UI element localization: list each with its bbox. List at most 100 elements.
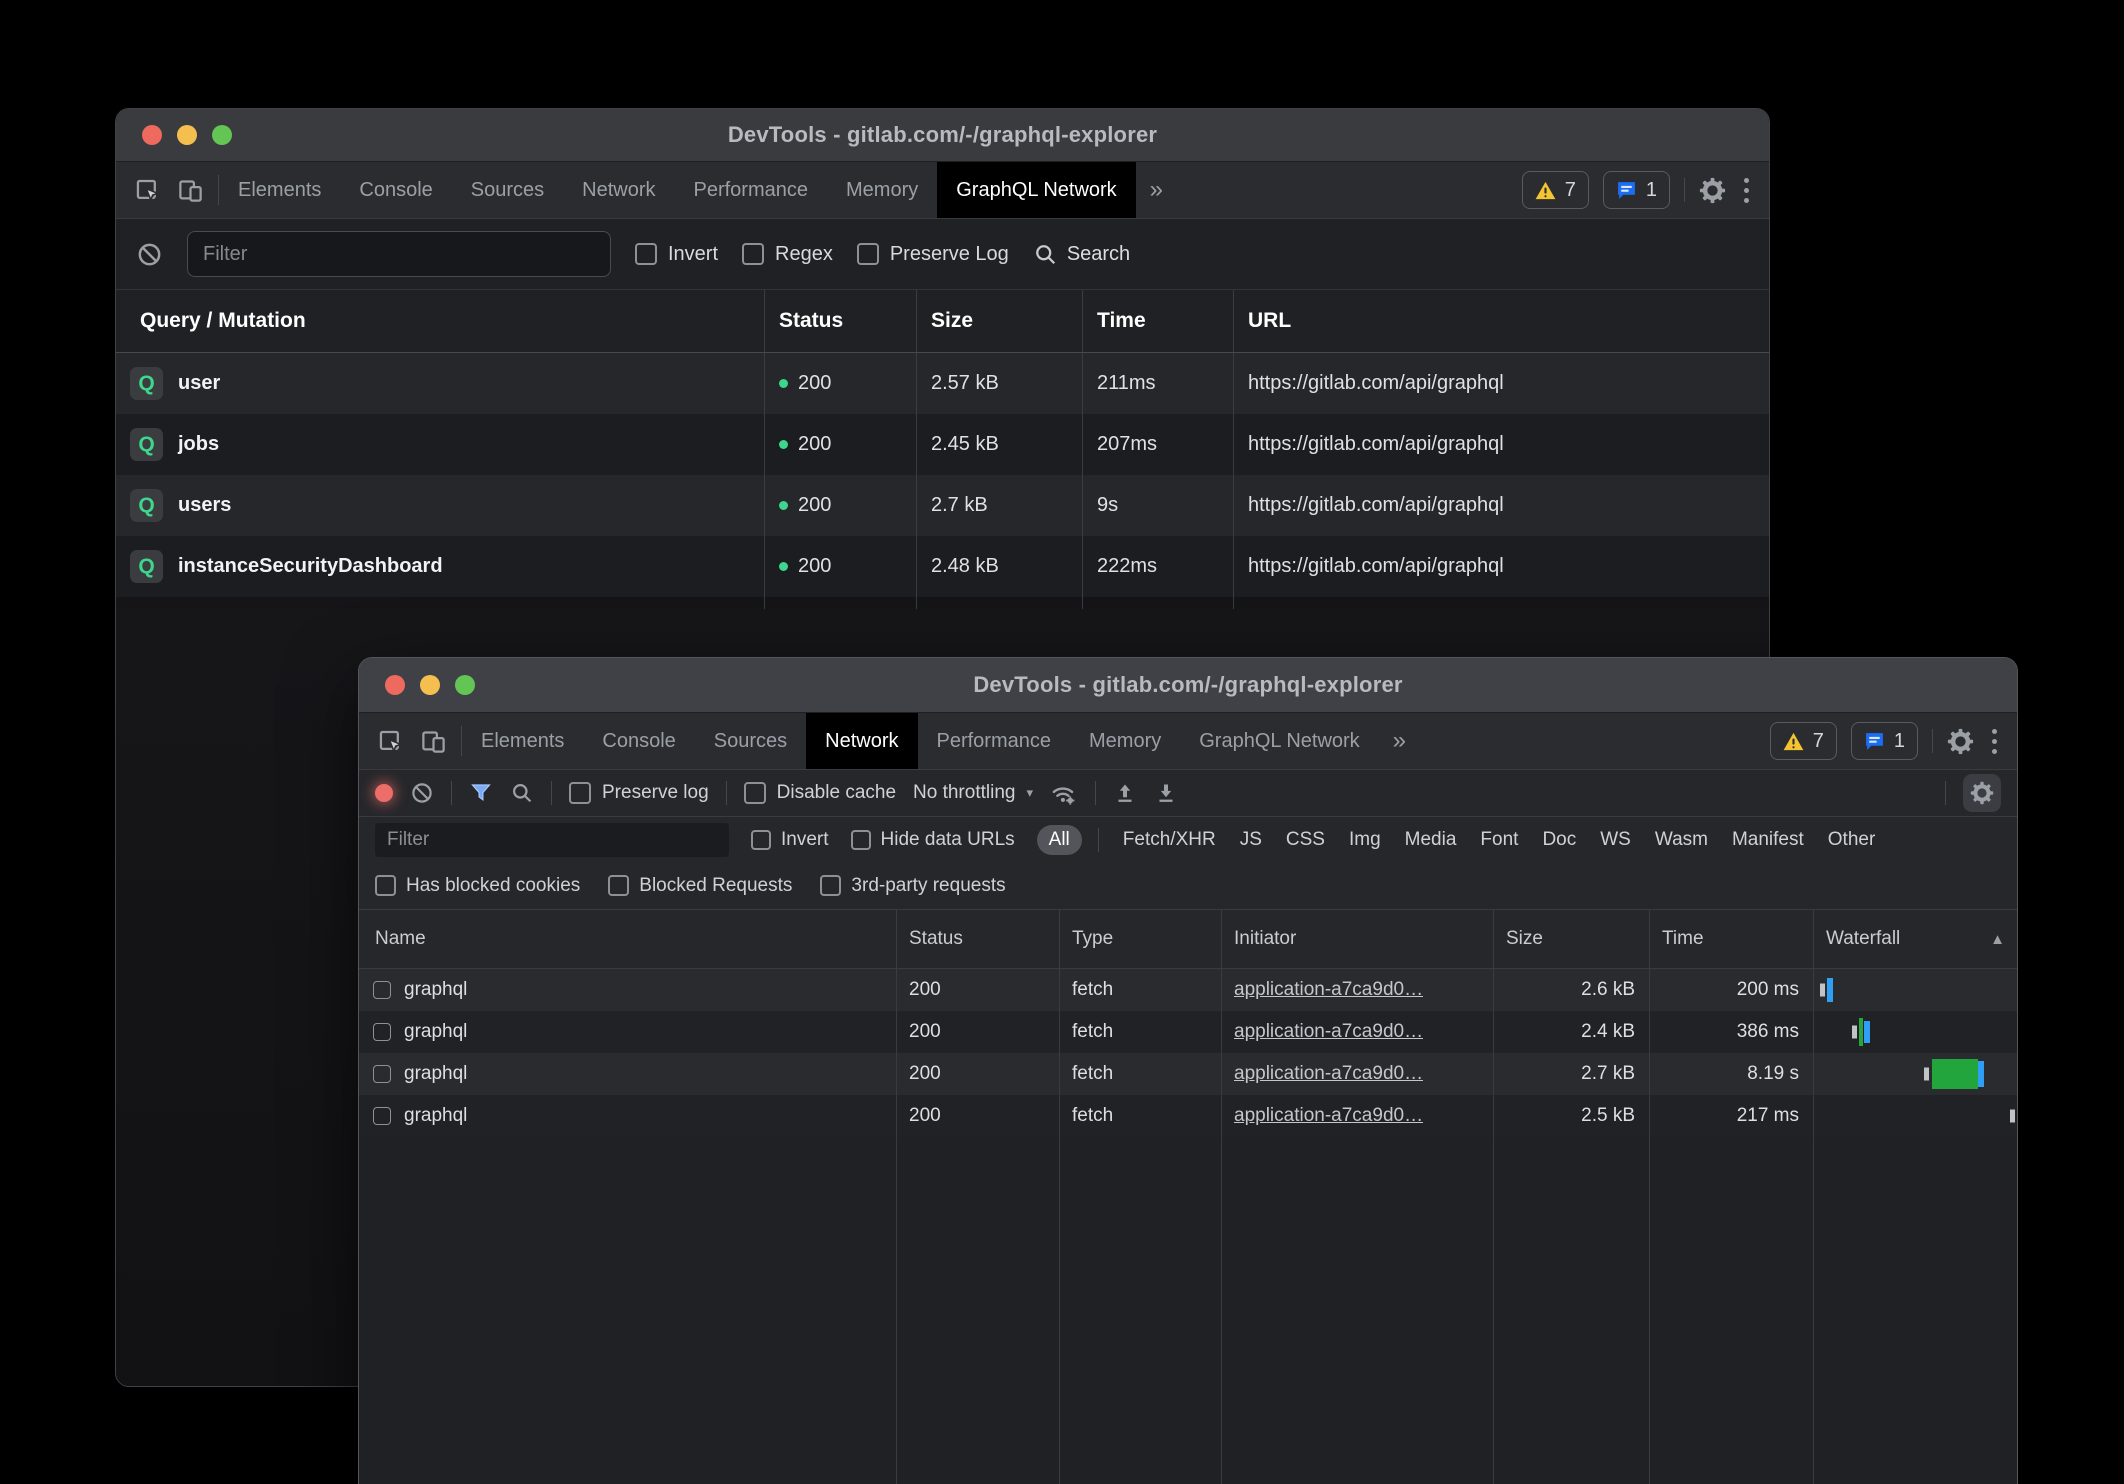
settings-gear-icon[interactable] [1699,177,1726,204]
chip-css[interactable]: CSS [1286,829,1325,851]
close-button[interactable] [385,675,405,695]
tab-network[interactable]: Network [563,162,674,218]
chip-doc[interactable]: Doc [1542,829,1576,851]
titlebar[interactable]: DevTools - gitlab.com/-/graphql-explorer [116,109,1769,162]
filter-input[interactable] [187,231,611,277]
kebab-menu-icon[interactable] [1988,729,2001,754]
row-checkbox[interactable] [373,981,391,999]
tab-elements[interactable]: Elements [219,162,340,218]
col-initiator[interactable]: Initiator [1221,910,1493,968]
request-row[interactable]: graphql 200 fetch application-a7ca9d0… 2… [359,1095,2017,1137]
disable-cache-checkbox[interactable] [744,782,766,804]
kebab-menu-icon[interactable] [1740,178,1753,203]
col-status[interactable]: Status [764,290,916,352]
issues-badge[interactable]: 1 [1851,722,1918,760]
third-party-requests-checkbox[interactable] [820,875,841,896]
chip-font[interactable]: Font [1480,829,1518,851]
chip-other[interactable]: Other [1828,829,1876,851]
issues-badge[interactable]: 1 [1603,171,1670,209]
initiator-link[interactable]: application-a7ca9d0… [1234,979,1423,1001]
device-toolbar-icon[interactable] [177,177,204,204]
tab-memory[interactable]: Memory [827,162,937,218]
chip-manifest[interactable]: Manifest [1732,829,1804,851]
initiator-link[interactable]: application-a7ca9d0… [1234,1021,1423,1043]
col-url[interactable]: URL [1233,290,1769,352]
more-tabs-icon[interactable]: » [1379,713,1420,769]
chip-ws[interactable]: WS [1600,829,1631,851]
chip-fetch-xhr[interactable]: Fetch/XHR [1123,829,1216,851]
regex-checkbox[interactable] [742,243,764,265]
tab-performance[interactable]: Performance [675,162,828,218]
tab-sources[interactable]: Sources [695,713,806,769]
network-conditions-icon[interactable] [1050,780,1078,806]
invert-toggle[interactable]: Invert [751,829,829,851]
tab-graphql-network[interactable]: GraphQL Network [1180,713,1378,769]
col-size[interactable]: Size [916,290,1082,352]
hide-data-urls-checkbox[interactable] [851,830,871,850]
hide-data-urls-toggle[interactable]: Hide data URLs [851,829,1015,851]
regex-toggle[interactable]: Regex [742,243,833,266]
inspect-element-icon[interactable] [377,728,404,755]
has-blocked-cookies-checkbox[interactable] [375,875,396,896]
zoom-button[interactable] [212,125,232,145]
device-toolbar-icon[interactable] [420,728,447,755]
inspect-element-icon[interactable] [134,177,161,204]
export-har-icon[interactable] [1154,781,1178,805]
col-query-mutation[interactable]: Query / Mutation [116,290,764,352]
row-checkbox[interactable] [373,1023,391,1041]
filter-input[interactable] [375,823,729,857]
table-row[interactable]: Quser 200 2.57 kB 211ms https://gitlab.c… [116,353,1769,414]
blocked-requests-checkbox[interactable] [608,875,629,896]
third-party-requests-toggle[interactable]: 3rd-party requests [820,875,1005,897]
request-row[interactable]: graphql 200 fetch application-a7ca9d0… 2… [359,969,2017,1011]
throttling-dropdown[interactable]: No throttling ▾ [913,782,1033,804]
col-status[interactable]: Status [896,910,1059,968]
warnings-badge[interactable]: 7 [1522,171,1589,209]
invert-toggle[interactable]: Invert [635,243,718,266]
row-checkbox[interactable] [373,1065,391,1083]
clear-icon[interactable] [410,781,434,805]
chip-img[interactable]: Img [1349,829,1381,851]
initiator-link[interactable]: application-a7ca9d0… [1234,1105,1423,1127]
preserve-log-checkbox[interactable] [569,782,591,804]
col-size[interactable]: Size [1493,910,1649,968]
record-button[interactable] [375,784,393,802]
warnings-badge[interactable]: 7 [1770,722,1837,760]
table-row[interactable]: Qusers 200 2.7 kB 9s https://gitlab.com/… [116,475,1769,536]
request-row[interactable]: graphql 200 fetch application-a7ca9d0… 2… [359,1053,2017,1095]
table-row[interactable]: QinstanceSecurityDashboard 200 2.48 kB 2… [116,536,1769,597]
zoom-button[interactable] [455,675,475,695]
chip-js[interactable]: JS [1240,829,1262,851]
col-waterfall[interactable]: Waterfall ▲ [1813,910,2017,968]
chip-wasm[interactable]: Wasm [1655,829,1708,851]
request-row[interactable]: graphql 200 fetch application-a7ca9d0… 2… [359,1011,2017,1053]
disable-cache-toggle[interactable]: Disable cache [744,782,896,804]
tab-console[interactable]: Console [340,162,451,218]
import-har-icon[interactable] [1113,781,1137,805]
search-icon[interactable] [510,781,534,805]
minimize-button[interactable] [177,125,197,145]
more-tabs-icon[interactable]: » [1136,162,1177,218]
col-time[interactable]: Time [1082,290,1233,352]
blocked-requests-toggle[interactable]: Blocked Requests [608,875,792,897]
chip-all[interactable]: All [1037,825,1082,855]
tab-elements[interactable]: Elements [462,713,583,769]
has-blocked-cookies-toggle[interactable]: Has blocked cookies [375,875,580,897]
tab-console[interactable]: Console [583,713,694,769]
col-name[interactable]: Name [359,910,896,968]
minimize-button[interactable] [420,675,440,695]
network-settings-button[interactable] [1963,774,2001,812]
waterfall-bar[interactable] [1813,1011,2017,1053]
preserve-log-checkbox[interactable] [857,243,879,265]
tab-graphql-network[interactable]: GraphQL Network [937,162,1135,218]
col-type[interactable]: Type [1059,910,1221,968]
initiator-link[interactable]: application-a7ca9d0… [1234,1063,1423,1085]
tab-network[interactable]: Network [806,713,917,769]
table-row[interactable]: Qjobs 200 2.45 kB 207ms https://gitlab.c… [116,414,1769,475]
search-control[interactable]: Search [1033,242,1130,267]
titlebar[interactable]: DevTools - gitlab.com/-/graphql-explorer [359,658,2017,713]
tab-memory[interactable]: Memory [1070,713,1180,769]
invert-checkbox[interactable] [751,830,771,850]
preserve-log-toggle[interactable]: Preserve Log [857,243,1009,266]
clear-icon[interactable] [136,241,163,268]
